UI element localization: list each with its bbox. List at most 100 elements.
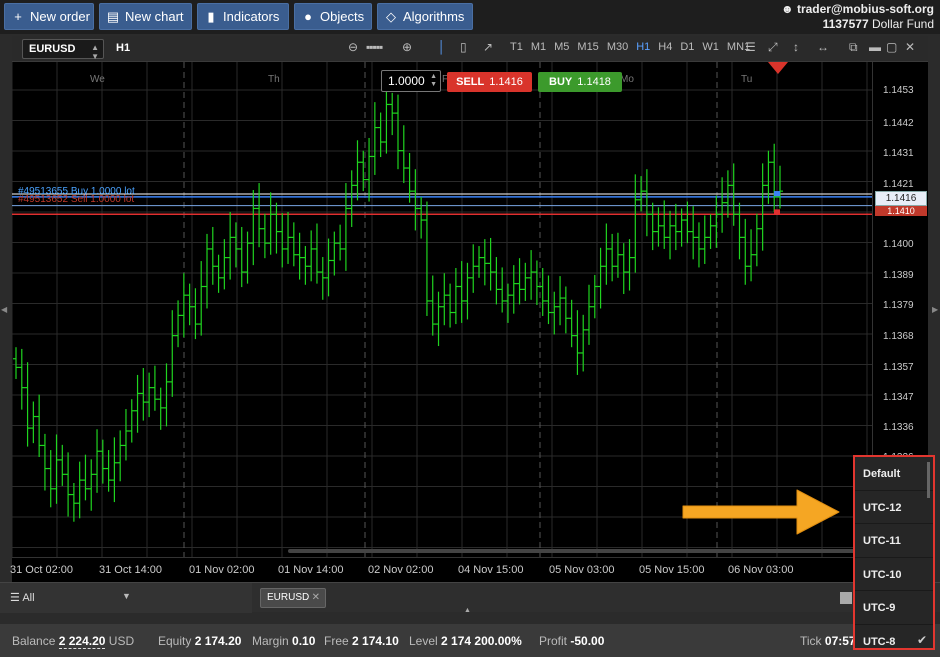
new-chart-label: New chart xyxy=(125,9,184,24)
current-candle-marker xyxy=(768,62,788,74)
tick-label: Tick xyxy=(800,634,822,648)
free-label: Free xyxy=(324,634,349,648)
dropdown-scrollbar[interactable] xyxy=(927,462,930,498)
buy-marker xyxy=(774,191,780,197)
day-label: Tu xyxy=(741,74,753,85)
timeframe-m5[interactable]: M5 xyxy=(554,41,569,53)
account-number: 1137577 xyxy=(822,17,869,31)
tick-value: 07:57 xyxy=(824,634,856,648)
level-value: 2 174 200.00% xyxy=(441,634,522,648)
horizontal-resize-icon[interactable]: ↔ xyxy=(817,40,829,54)
objects-label: Objects xyxy=(320,9,365,24)
left-scroll-icon[interactable]: ◀ xyxy=(1,305,7,314)
timeframe-m1[interactable]: M1 xyxy=(531,41,546,53)
price-tick: 1.1336 xyxy=(883,422,914,433)
timezone-option[interactable]: UTC-10 xyxy=(855,558,933,591)
plus-icon: + xyxy=(14,8,22,24)
algorithms-button[interactable]: ◇ Algorithms xyxy=(377,3,473,30)
close-icon[interactable]: ✕ xyxy=(905,40,915,54)
status-bar: Balance 2 224.20 USD Equity 2 174.20 Mar… xyxy=(0,624,940,657)
algorithms-label: Algorithms xyxy=(403,9,465,24)
bar-chart-icon[interactable]: │ xyxy=(438,40,446,54)
bottom-tab-bar: ☰ All ▼ EURUSD ✕ ▲ xyxy=(0,582,940,614)
timezone-option[interactable]: UTC-9 xyxy=(855,591,933,625)
timeframe-w1[interactable]: W1 xyxy=(702,41,719,53)
profit-value: -50.00 xyxy=(570,634,605,648)
account-info[interactable]: ☻ trader@mobius-soft.org 1137577 Dollar … xyxy=(781,2,934,32)
price-tick: 1.1379 xyxy=(883,300,914,311)
time-axis[interactable]: 31 Oct 02:00 31 Oct 14:00 01 Nov 02:00 01 N… xyxy=(10,557,928,582)
balance-label: Balance xyxy=(12,634,56,648)
time-tick: 06 Nov 03:00 xyxy=(728,564,794,576)
buy-label: BUY xyxy=(549,76,573,88)
expand-icon[interactable]: ⤢ xyxy=(768,40,778,55)
currency-label: USD xyxy=(108,634,135,648)
lot-spinner-icon[interactable]: ▲ ▼ xyxy=(430,73,437,89)
timeframe-t1[interactable]: T1 xyxy=(510,41,523,53)
panel-toggle-icon[interactable]: ▲ xyxy=(464,607,471,614)
line-chart-icon[interactable]: ↗ xyxy=(483,40,493,54)
zoom-in-icon[interactable]: ⊕ xyxy=(402,40,412,54)
margin-value: 0.10 xyxy=(292,634,316,648)
user-icon: ☻ xyxy=(780,2,794,16)
price-tick: 1.1368 xyxy=(883,331,914,342)
close-tab-icon[interactable]: ✕ xyxy=(312,592,320,603)
new-chart-button[interactable]: ▤ New chart xyxy=(99,3,192,30)
buy-button[interactable]: BUY 1.1418 xyxy=(538,72,622,92)
symbol-filter-select[interactable]: ☰ All ▼ xyxy=(0,583,252,613)
lot-size-input[interactable]: 1.0000 ▲ ▼ xyxy=(381,70,441,92)
maximize-icon[interactable]: ▢ xyxy=(886,40,897,54)
price-tick: 1.1400 xyxy=(883,239,914,250)
chart-header: EURUSD ▲ ▼ H1 ⊖ ▪▪▪▪▪ ⊕ │ ▯ ↗ T1 M1 M5 M15 M3… xyxy=(12,36,928,62)
sell-button[interactable]: SELL 1.1416 xyxy=(447,72,532,92)
price-tick: 1.1453 xyxy=(883,85,914,96)
vertical-resize-icon[interactable]: ↕ xyxy=(793,40,799,54)
minimize-icon[interactable]: ▬ xyxy=(869,40,881,54)
indicators-button[interactable]: ▮ Indicators xyxy=(197,3,289,30)
timeframe-m15[interactable]: M15 xyxy=(577,41,598,53)
zoom-out-icon[interactable]: ⊖ xyxy=(348,40,358,54)
popout-icon[interactable]: ⧉ xyxy=(849,40,858,55)
symbol-select[interactable]: EURUSD ▲ ▼ xyxy=(22,39,104,61)
account-user: trader@mobius-soft.org xyxy=(796,2,934,16)
price-tick: 1.1389 xyxy=(883,270,914,281)
zoom-slider[interactable]: ▪▪▪▪▪ xyxy=(366,40,383,54)
price-tick: 1.1347 xyxy=(883,392,914,403)
time-tick: 01 Nov 14:00 xyxy=(278,564,344,576)
timeframe-h1[interactable]: H1 xyxy=(636,41,650,53)
diamond-icon: ◇ xyxy=(386,8,396,24)
timeframe-d1[interactable]: D1 xyxy=(680,41,694,53)
tab-eurusd[interactable]: EURUSD ✕ xyxy=(260,588,326,608)
timezone-option[interactable]: Default xyxy=(855,457,933,491)
sell-price: 1.1416 xyxy=(489,76,523,88)
free-value: 2 174.10 xyxy=(352,634,399,648)
objects-button[interactable]: ● Objects xyxy=(294,3,372,30)
layout-icon[interactable] xyxy=(840,592,852,604)
chevron-down-icon: ▼ xyxy=(122,591,131,601)
new-order-button[interactable]: + New order xyxy=(4,3,94,30)
timeframe-h4[interactable]: H4 xyxy=(658,41,672,53)
time-tick: 02 Nov 02:00 xyxy=(368,564,434,576)
timeframe-m30[interactable]: M30 xyxy=(607,41,628,53)
time-tick: 31 Oct 14:00 xyxy=(99,564,162,576)
sell-order-label[interactable]: #49513652 Sell 1.0000 lot xyxy=(18,194,134,205)
account-fund: Dollar Fund xyxy=(871,17,934,31)
chart-plot[interactable]: WeThFrMoTu xyxy=(12,62,872,557)
timezone-option[interactable]: UTC-11 xyxy=(855,524,933,558)
margin-label: Margin xyxy=(252,634,289,648)
timezone-dropdown[interactable]: Default UTC-12 UTC-11 UTC-10 UTC-9 UTC-8 ✔ xyxy=(853,455,935,650)
filter-value: All xyxy=(22,592,35,604)
lot-value: 1.0000 xyxy=(388,74,425,88)
timezone-option[interactable]: UTC-12 xyxy=(855,491,933,524)
price-tick: 1.1357 xyxy=(883,362,914,373)
time-tick: 05 Nov 03:00 xyxy=(549,564,615,576)
indicators-label: Indicators xyxy=(223,9,280,24)
balance-value[interactable]: 2 224.20 xyxy=(58,634,106,649)
right-scroll-icon[interactable]: ▶ xyxy=(932,305,938,314)
chart-canvas xyxy=(12,62,872,557)
candle-chart-icon[interactable]: ▯ xyxy=(460,40,467,54)
indicator-list-icon[interactable]: ☰ xyxy=(745,40,756,54)
spinner-icon: ▲ ▼ xyxy=(91,43,99,61)
sell-price-box: 1.1410 xyxy=(875,206,927,216)
bars-icon: ▮ xyxy=(207,8,215,24)
